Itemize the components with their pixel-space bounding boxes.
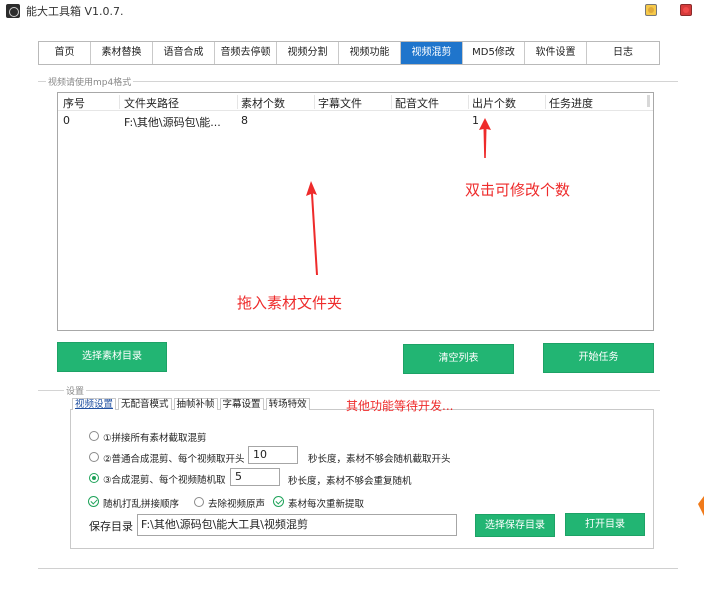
list-group-divider xyxy=(38,81,678,82)
tab-home[interactable]: 首页 xyxy=(39,42,91,64)
save-dir-input[interactable]: F:\其他\源码包\能大工具\视频混剪 xyxy=(137,514,457,536)
subtab-frame-interpolation[interactable]: 抽帧补帧 xyxy=(173,398,218,410)
select-save-dir-button[interactable]: 选择保存目录 xyxy=(475,514,555,537)
drag-folder-hint: 拖入素材文件夹 xyxy=(237,294,343,312)
col-task-progress[interactable]: 任务进度 xyxy=(546,95,646,110)
col-audio-file[interactable]: 配音文件 xyxy=(392,95,469,110)
edit-count-hint: 双击可修改个数 xyxy=(465,181,571,199)
list-scrollbar[interactable] xyxy=(647,95,650,107)
settings-group-label: 设置 xyxy=(64,384,87,397)
mode-1-radio[interactable] xyxy=(89,431,99,441)
col-material-count[interactable]: 素材个数 xyxy=(238,95,315,110)
mode-3-seconds-input[interactable]: 5 xyxy=(230,468,280,486)
re-extract-label[interactable]: 素材每次重新提取 xyxy=(288,496,364,510)
shuffle-order-label[interactable]: 随机打乱拼接顺序 xyxy=(103,496,179,510)
select-material-dir-button[interactable]: 选择素材目录 xyxy=(57,342,167,372)
remove-audio-label[interactable]: 去除视频原声 xyxy=(208,496,265,510)
shuffle-order-checkbox[interactable] xyxy=(88,496,99,507)
tab-settings[interactable]: 软件设置 xyxy=(525,42,587,64)
mode-2-label[interactable]: ②普通合成混剪、每个视频取开头 xyxy=(103,451,245,465)
minimize-button[interactable] xyxy=(645,4,657,16)
edit-count-arrow-icon xyxy=(479,118,491,158)
mode-3-suffix: 秒长度，素材不够会重复随机 xyxy=(288,476,412,487)
subtab-transition-effects[interactable]: 转场特效 xyxy=(265,398,310,410)
col-output-count[interactable]: 出片个数 xyxy=(469,95,546,110)
remove-audio-checkbox[interactable] xyxy=(194,497,204,507)
tab-video-mix[interactable]: 视频混剪 xyxy=(401,42,463,64)
close-button[interactable] xyxy=(680,4,692,16)
open-dir-button[interactable]: 打开目录 xyxy=(565,513,645,536)
clear-list-button[interactable]: 清空列表 xyxy=(403,344,514,374)
tab-audio-pause-removal[interactable]: 音频去停顿 xyxy=(215,42,277,64)
corner-decoration-icon xyxy=(698,496,704,516)
mode-2-seconds-input[interactable]: 10 xyxy=(248,446,298,464)
settings-group-divider xyxy=(38,390,660,391)
col-folder-path[interactable]: 文件夹路径 xyxy=(121,95,238,110)
other-features-note: 其他功能等待开发... xyxy=(346,399,454,413)
tab-log[interactable]: 日志 xyxy=(587,42,659,64)
mode-3-radio[interactable] xyxy=(89,473,99,483)
drag-folder-arrow-icon xyxy=(306,181,318,275)
settings-subtabs: 视频设置 无配音模式 抽帧补帧 字幕设置 转场特效 xyxy=(72,398,312,410)
tab-md5-modify[interactable]: MD5修改 xyxy=(463,42,525,64)
material-list[interactable]: 序号 文件夹路径 素材个数 字幕文件 配音文件 出片个数 任务进度 0 F:\其… xyxy=(57,92,654,331)
col-index[interactable]: 序号 xyxy=(60,95,120,110)
col-subtitle-file[interactable]: 字幕文件 xyxy=(315,95,392,110)
tab-material-replace[interactable]: 素材替换 xyxy=(91,42,153,64)
app-logo-icon xyxy=(6,4,20,18)
window-title: 能大工具箱 V1.0.7. xyxy=(26,5,124,18)
list-group-label: 视频请使用mp4格式 xyxy=(46,75,134,88)
start-task-button[interactable]: 开始任务 xyxy=(543,343,654,373)
main-tabs: 首页 素材替换 语音合成 音频去停顿 视频分割 视频功能 视频混剪 MD5修改 … xyxy=(38,41,660,65)
subtab-video-settings[interactable]: 视频设置 xyxy=(72,398,117,410)
list-header: 序号 文件夹路径 素材个数 字幕文件 配音文件 出片个数 任务进度 xyxy=(58,93,653,111)
mode-2-radio[interactable] xyxy=(89,452,99,462)
subtab-subtitle-settings[interactable]: 字幕设置 xyxy=(219,398,264,410)
mode-3-label[interactable]: ③合成混剪、每个视频随机取 xyxy=(103,472,226,486)
re-extract-checkbox[interactable] xyxy=(273,496,284,507)
save-dir-label: 保存目录 xyxy=(89,520,133,533)
mode-1-label[interactable]: ①拼接所有素材截取混剪 xyxy=(103,430,207,444)
mode-2-suffix: 秒长度，素材不够会随机截取开头 xyxy=(308,454,451,465)
row-index: 0 xyxy=(63,114,70,127)
row-material-count: 8 xyxy=(241,114,248,127)
subtab-no-voiceover[interactable]: 无配音模式 xyxy=(118,398,172,410)
tab-video-split[interactable]: 视频分割 xyxy=(277,42,339,64)
tab-video-functions[interactable]: 视频功能 xyxy=(339,42,401,64)
tab-speech-synthesis[interactable]: 语音合成 xyxy=(153,42,215,64)
bottom-divider xyxy=(38,568,678,569)
row-path: F:\其他\源码包\能... xyxy=(124,116,221,129)
